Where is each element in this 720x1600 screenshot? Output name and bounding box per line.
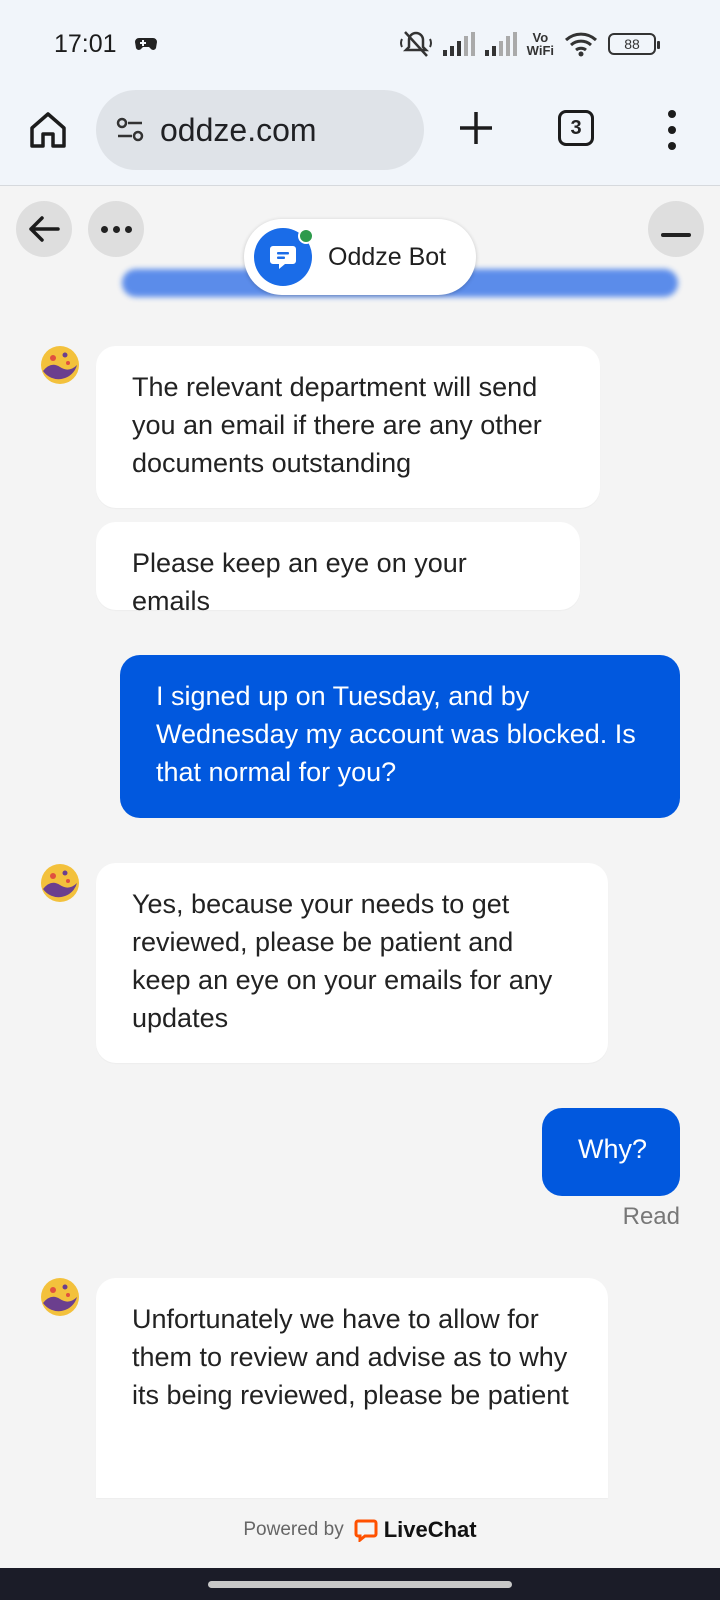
minimize-icon <box>661 233 691 237</box>
status-time: 17:01 <box>54 30 117 58</box>
agent-avatar <box>41 346 79 384</box>
browser-menu-icon[interactable] <box>656 110 688 150</box>
chat-bot-icon <box>270 246 296 269</box>
agent-message: The relevant department will send you an… <box>96 346 600 508</box>
livechat-logo: LiveChat <box>354 1517 477 1543</box>
tab-switcher-button[interactable]: 3 <box>558 110 594 146</box>
bot-avatar <box>254 228 314 286</box>
user-message: I signed up on Tuesday, and by Wednesday… <box>120 655 680 818</box>
status-icons: Vo WiFi 88 <box>399 26 660 62</box>
back-button[interactable] <box>16 201 72 257</box>
powered-by-footer[interactable]: Powered by LiveChat <box>0 1510 720 1550</box>
signal-icon-2 <box>484 32 517 56</box>
arrow-left-icon <box>29 216 60 242</box>
battery-level: 88 <box>624 36 640 52</box>
bot-header: Oddze Bot <box>244 219 476 295</box>
user-message: Why? <box>542 1108 680 1196</box>
minimize-button[interactable] <box>648 201 704 257</box>
read-receipt: Read <box>622 1203 680 1230</box>
livechat-brand: LiveChat <box>383 1517 477 1542</box>
browser-toolbar: oddze.com 3 <box>0 88 720 186</box>
more-options-button[interactable] <box>88 201 144 257</box>
online-status-dot <box>298 228 314 244</box>
chat-window: Oddze Bot The relevant department will s… <box>0 187 720 1567</box>
ellipsis-icon <box>100 225 132 233</box>
agent-message: Please keep an eye on your emails <box>96 522 580 616</box>
battery-icon: 88 <box>608 33 660 55</box>
new-tab-icon[interactable] <box>456 108 496 148</box>
url-text: oddze.com <box>160 111 317 148</box>
agent-message: Yes, because your needs to get reviewed,… <box>96 863 608 1063</box>
game-controller-icon <box>135 38 157 50</box>
vowifi-line2: WiFi <box>526 43 554 58</box>
home-icon[interactable] <box>26 108 70 152</box>
site-settings-icon[interactable] <box>114 114 146 146</box>
gesture-handle[interactable] <box>208 1581 512 1588</box>
wifi-icon <box>564 32 598 57</box>
powered-by-label: Powered by <box>243 1519 344 1540</box>
signal-icon-1 <box>442 32 475 56</box>
address-bar[interactable]: oddze.com <box>96 90 424 170</box>
agent-avatar <box>41 864 79 902</box>
status-bar: 17:01 Vo WiFi 88 <box>0 0 720 88</box>
bot-name: Oddze Bot <box>328 242 447 271</box>
agent-avatar <box>41 1278 79 1316</box>
livechat-icon <box>354 1519 378 1542</box>
mute-bell-icon <box>399 31 432 57</box>
vowifi-icon: Vo WiFi <box>527 31 554 57</box>
agent-message: Unfortunately we have to allow for them … <box>96 1278 608 1498</box>
